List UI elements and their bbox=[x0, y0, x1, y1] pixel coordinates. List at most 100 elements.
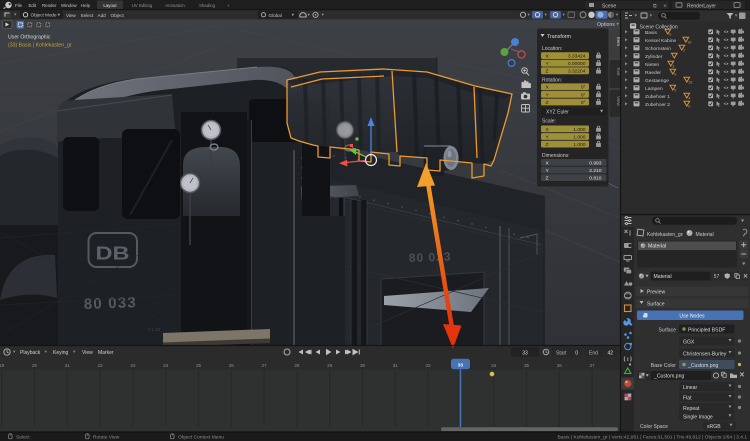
svg-text:28: 28 bbox=[294, 363, 300, 368]
svg-text:80 033: 80 033 bbox=[84, 294, 138, 313]
svg-text:2.210: 2.210 bbox=[589, 168, 602, 174]
svg-text:View: View bbox=[66, 13, 77, 18]
svg-text:42: 42 bbox=[607, 350, 613, 356]
svg-text:Base Color: Base Color bbox=[651, 363, 677, 369]
svg-text:26: 26 bbox=[229, 363, 235, 368]
svg-text:File: File bbox=[15, 3, 23, 8]
svg-text:Kessel Kabine: Kessel Kabine bbox=[645, 38, 677, 44]
svg-text:34: 34 bbox=[491, 363, 497, 368]
svg-text:Principled BSDF: Principled BSDF bbox=[688, 328, 725, 334]
svg-text:0.993: 0.993 bbox=[589, 160, 602, 166]
svg-text:33: 33 bbox=[458, 362, 464, 368]
svg-text:Global: Global bbox=[269, 13, 282, 18]
svg-text:Z: Z bbox=[546, 100, 549, 106]
svg-text:30: 30 bbox=[360, 363, 366, 368]
svg-text:Select: Select bbox=[16, 435, 30, 441]
svg-text:Basis: Basis bbox=[645, 30, 658, 36]
svg-text:UV Editing: UV Editing bbox=[132, 3, 153, 8]
svg-text:Rotate View: Rotate View bbox=[93, 435, 120, 441]
svg-text:⧉: ⧉ bbox=[653, 3, 657, 9]
svg-text:Layout: Layout bbox=[103, 3, 117, 8]
svg-text:+: + bbox=[227, 3, 230, 8]
svg-text:Scale:: Scale: bbox=[542, 119, 556, 125]
svg-text:sRGB: sRGB bbox=[707, 424, 721, 430]
svg-text:_Custom.png: _Custom.png bbox=[687, 363, 718, 369]
svg-text:2: 2 bbox=[683, 48, 685, 52]
svg-text:✕: ✕ bbox=[663, 3, 667, 9]
svg-text:View: View bbox=[82, 350, 93, 356]
svg-text:35: 35 bbox=[524, 363, 530, 368]
svg-text:DB: DB bbox=[96, 244, 130, 264]
svg-text:1.000: 1.000 bbox=[573, 134, 586, 140]
svg-text:8: 8 bbox=[688, 104, 690, 108]
svg-text:Edit: Edit bbox=[29, 3, 37, 8]
svg-text:C1 33: C1 33 bbox=[148, 327, 161, 332]
svg-text:3: 3 bbox=[672, 64, 674, 68]
svg-text:User Orthographic: User Orthographic bbox=[8, 35, 51, 41]
svg-text:Shading: Shading bbox=[199, 3, 216, 8]
svg-text:Use Nodes: Use Nodes bbox=[679, 314, 705, 320]
svg-text:Help: Help bbox=[81, 3, 91, 8]
svg-text:19: 19 bbox=[0, 363, 5, 368]
svg-text:Rotation:: Rotation: bbox=[542, 78, 562, 84]
svg-text:0: 0 bbox=[575, 350, 578, 356]
svg-text:Select: Select bbox=[81, 13, 94, 18]
svg-text:6: 6 bbox=[669, 32, 671, 36]
svg-text:20: 20 bbox=[32, 363, 38, 368]
svg-text:1.000: 1.000 bbox=[573, 142, 586, 148]
svg-text:Start: Start bbox=[556, 350, 567, 356]
svg-text:Preview: Preview bbox=[647, 290, 665, 296]
svg-text:Gestaenge: Gestaenge bbox=[645, 78, 669, 84]
svg-text:57: 57 bbox=[714, 274, 720, 280]
svg-text:25: 25 bbox=[196, 363, 202, 368]
svg-text:0.00000: 0.00000 bbox=[568, 61, 586, 67]
svg-text:Flat: Flat bbox=[683, 395, 692, 401]
svg-text:0.810: 0.810 bbox=[589, 176, 602, 182]
svg-text:_Custom.png: _Custom.png bbox=[653, 374, 684, 380]
svg-text:Schornstein: Schornstein bbox=[645, 46, 671, 52]
svg-text:Transform: Transform bbox=[547, 34, 572, 40]
svg-text:Zylinder: Zylinder bbox=[645, 54, 663, 60]
svg-text:Add: Add bbox=[98, 13, 107, 18]
svg-text:Raeder: Raeder bbox=[645, 70, 661, 76]
svg-text:21: 21 bbox=[65, 363, 71, 368]
svg-text:Marker: Marker bbox=[98, 350, 114, 356]
svg-text:3.32204: 3.32204 bbox=[568, 69, 586, 75]
svg-text:Kohlekasten_gr: Kohlekasten_gr bbox=[647, 232, 683, 238]
svg-text:RenderLayer: RenderLayer bbox=[687, 3, 716, 9]
svg-text:80 033: 80 033 bbox=[409, 250, 452, 265]
svg-text:Zubehoer 1: Zubehoer 1 bbox=[645, 94, 670, 100]
svg-text:0°: 0° bbox=[581, 100, 586, 106]
svg-text:Surface: Surface bbox=[647, 302, 665, 308]
svg-text:(33) Basis | Kohlekasten_gr: (33) Basis | Kohlekasten_gr bbox=[8, 43, 72, 49]
svg-text:1.000: 1.000 bbox=[573, 127, 586, 133]
svg-text:Dimensions:: Dimensions: bbox=[542, 153, 570, 159]
svg-text:Z: Z bbox=[546, 176, 549, 182]
svg-text:Lampen: Lampen bbox=[645, 86, 663, 92]
svg-text:Location:: Location: bbox=[542, 46, 562, 52]
svg-text:Nieten: Nieten bbox=[645, 62, 659, 68]
svg-text:15: 15 bbox=[688, 80, 692, 84]
svg-text:Surface: Surface bbox=[658, 328, 676, 334]
svg-text:32: 32 bbox=[426, 363, 432, 368]
svg-text:5: 5 bbox=[674, 88, 676, 92]
svg-text:End: End bbox=[589, 350, 598, 356]
svg-text:Options: Options bbox=[597, 22, 615, 28]
svg-text:27: 27 bbox=[262, 363, 268, 368]
svg-text:Keying: Keying bbox=[53, 350, 69, 356]
svg-text:16: 16 bbox=[687, 40, 691, 44]
svg-text:Window: Window bbox=[61, 3, 77, 8]
svg-text:0°: 0° bbox=[581, 92, 586, 98]
svg-text:23: 23 bbox=[130, 363, 136, 368]
svg-text:Animation: Animation bbox=[165, 3, 185, 8]
svg-text:XYZ Euler: XYZ Euler bbox=[546, 110, 569, 116]
svg-text:0°: 0° bbox=[581, 85, 586, 91]
svg-text:Object Context Menu: Object Context Menu bbox=[178, 435, 224, 441]
svg-text:Basis | Kohlekasten_gr | Verts: Basis | Kohlekasten_gr | Verts:42,951 | … bbox=[558, 435, 748, 441]
svg-text:Z: Z bbox=[546, 142, 549, 148]
svg-text:36: 36 bbox=[557, 363, 563, 368]
svg-text:Color Space: Color Space bbox=[640, 424, 668, 430]
svg-text:Scene: Scene bbox=[602, 3, 616, 9]
svg-text:33: 33 bbox=[522, 350, 528, 356]
svg-text:Single Image: Single Image bbox=[683, 415, 713, 421]
